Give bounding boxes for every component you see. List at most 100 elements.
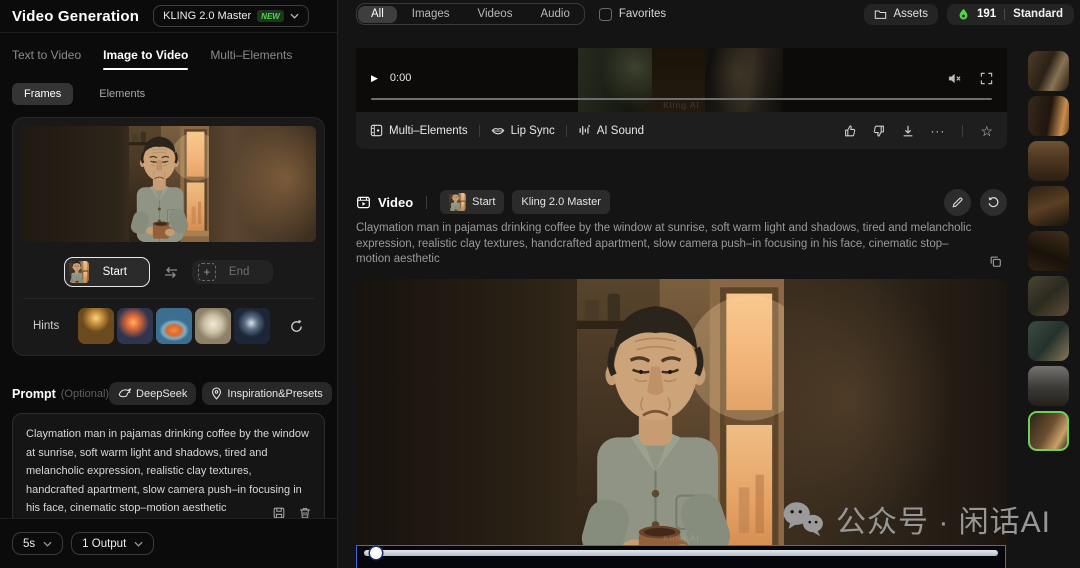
pencil-icon	[951, 196, 964, 209]
video-thumbnail[interactable]	[1028, 366, 1069, 406]
model-tag-label: Kling 2.0 Master	[521, 196, 600, 208]
favorite-star-icon[interactable]: ☆	[980, 124, 993, 138]
copy-icon[interactable]	[989, 255, 1002, 268]
prompt-input[interactable]: Claymation man in pajamas drinking coffe…	[12, 413, 325, 530]
hint-thumbnail[interactable]	[234, 308, 270, 344]
download-icon[interactable]	[901, 124, 915, 138]
muted-speaker-icon[interactable]	[947, 72, 962, 85]
inspiration-presets-label: Inspiration&Presets	[227, 388, 322, 400]
channel-watermark: 公众号 · 闲话AI	[781, 497, 1051, 541]
generated-video-frame	[577, 279, 784, 568]
prompt-tools: DeepSeek Inspiration&Presets	[109, 382, 332, 405]
output-count-select[interactable]: 1 Output	[71, 532, 154, 555]
frame-row: Start + End	[21, 257, 316, 287]
history-video-card: ▶ 0:00 Kling AI Multi–Elements	[356, 48, 1007, 149]
refresh-hints-icon[interactable]	[289, 319, 304, 334]
favorites-filter[interactable]: Favorites	[599, 8, 666, 21]
hint-thumbnail[interactable]	[117, 308, 153, 344]
prompt-label: Prompt	[12, 387, 56, 401]
filter-audio[interactable]: Audio	[527, 6, 582, 23]
start-frame-tag-label: Start	[472, 196, 495, 208]
wechat-icon	[781, 500, 825, 538]
start-frame-preview[interactable]	[21, 126, 316, 242]
left-panel: Video Generation KLING 2.0 Master NEW Te…	[0, 0, 338, 568]
preview-glow	[198, 126, 316, 242]
credits-count: 191	[977, 8, 996, 20]
video-thumbnail[interactable]	[1028, 51, 1069, 91]
swap-frames-icon[interactable]	[163, 266, 179, 279]
favorites-checkbox[interactable]	[599, 8, 612, 21]
filter-images[interactable]: Images	[399, 6, 463, 23]
player-controls-right	[947, 72, 993, 85]
start-frame-button[interactable]: Start	[64, 257, 150, 287]
start-frame-tag[interactable]: Start	[440, 190, 504, 214]
hint-thumbnail[interactable]	[195, 308, 231, 344]
mode-switch: Frames Elements	[12, 83, 325, 105]
divider	[1004, 9, 1005, 20]
assets-label: Assets	[893, 8, 928, 20]
chevron-down-icon	[290, 13, 299, 19]
progress-bar[interactable]	[371, 98, 992, 101]
deepseek-button[interactable]: DeepSeek	[109, 382, 196, 405]
mode-elements[interactable]: Elements	[87, 83, 157, 105]
fullscreen-icon[interactable]	[980, 72, 993, 85]
undo-arrow-icon	[987, 196, 1000, 209]
inspiration-presets-button[interactable]: Inspiration&Presets	[202, 382, 331, 405]
deepseek-whale-icon	[118, 388, 131, 399]
divider	[426, 196, 427, 209]
time-display: 0:00	[390, 72, 411, 84]
kling-watermark: Kling AI	[663, 100, 700, 110]
video-thumbnail[interactable]	[1028, 186, 1069, 226]
seek-track[interactable]	[364, 550, 998, 556]
video-clapper-icon	[356, 195, 371, 210]
assets-button[interactable]: Assets	[864, 4, 938, 25]
multi-elements-button[interactable]: Multi–Elements	[370, 124, 468, 137]
mode-frames[interactable]: Frames	[12, 83, 73, 105]
hint-thumbnail[interactable]	[156, 308, 192, 344]
page-title: Video Generation	[12, 8, 139, 25]
end-frame-label: End	[229, 266, 249, 278]
chevron-down-icon	[43, 541, 52, 547]
play-icon[interactable]: ▶	[371, 73, 378, 84]
video-thumbnail[interactable]	[1028, 321, 1069, 361]
video-thumbnail-selected[interactable]	[1028, 411, 1069, 451]
start-frame-thumbnail	[69, 261, 89, 283]
generation-settings-bar: 5s 1 Output	[0, 518, 337, 568]
tab-image-to-video[interactable]: Image to Video	[103, 48, 188, 70]
video-actions-bar: Multi–Elements Lip Sync AI Sound	[356, 112, 1007, 149]
divider	[962, 125, 963, 137]
end-frame-button[interactable]: + End	[192, 260, 273, 284]
model-tag[interactable]: Kling 2.0 Master	[512, 190, 609, 214]
feedback-actions: ··· ☆	[843, 124, 993, 138]
filter-videos[interactable]: Videos	[465, 6, 526, 23]
video-thumbnail[interactable]	[1028, 276, 1069, 316]
filter-all[interactable]: All	[358, 6, 397, 23]
main-area: All Images Videos Audio Favorites Assets…	[339, 0, 1080, 568]
left-panel-header: Video Generation KLING 2.0 Master NEW	[0, 0, 337, 33]
tab-multi-elements[interactable]: Multi–Elements	[210, 48, 292, 70]
history-thumbnail-rail	[1028, 0, 1070, 568]
hint-thumbnail[interactable]	[78, 308, 114, 344]
more-options-icon[interactable]: ···	[930, 124, 945, 138]
video-thumbnail[interactable]	[1028, 96, 1069, 136]
filter-group: All Images Videos Audio	[356, 3, 585, 25]
edit-button[interactable]	[944, 189, 971, 216]
thumbs-up-icon[interactable]	[843, 124, 857, 138]
video-thumbnail[interactable]	[1028, 141, 1069, 181]
multi-elements-label: Multi–Elements	[389, 125, 468, 137]
regenerate-button[interactable]	[980, 189, 1007, 216]
lip-sync-button[interactable]: Lip Sync	[491, 125, 555, 137]
add-end-frame-icon: +	[198, 263, 216, 281]
thumbs-down-icon[interactable]	[872, 124, 886, 138]
tab-text-to-video[interactable]: Text to Video	[12, 48, 81, 70]
duration-select[interactable]: 5s	[12, 532, 63, 555]
history-video-player[interactable]: ▶ 0:00 Kling AI	[356, 48, 1007, 112]
generation-header-actions	[944, 189, 1007, 216]
seek-handle[interactable]	[370, 547, 382, 559]
asset-filter-bar: All Images Videos Audio Favorites Assets…	[356, 2, 1074, 26]
ai-sound-button[interactable]: AI Sound	[578, 124, 644, 137]
preview-image	[129, 126, 209, 242]
model-selector[interactable]: KLING 2.0 Master NEW	[153, 5, 309, 27]
video-seek-bar[interactable]	[356, 545, 1006, 568]
video-thumbnail[interactable]	[1028, 231, 1069, 271]
